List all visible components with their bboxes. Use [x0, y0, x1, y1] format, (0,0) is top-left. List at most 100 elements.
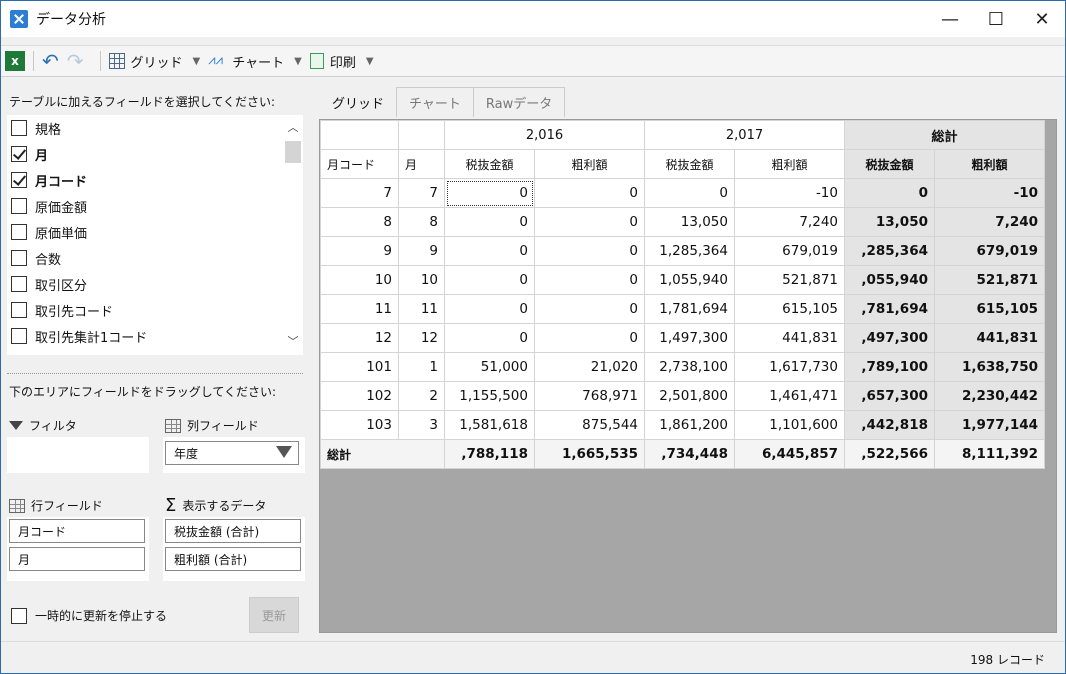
chevron-down-icon[interactable]: ▼	[193, 56, 201, 67]
grand-total-cell[interactable]: ,522,566	[844, 439, 935, 469]
field-item[interactable]: 原価単価	[7, 219, 303, 245]
pause-update-option[interactable]: 一時的に更新を停止する	[11, 607, 167, 624]
table-cell[interactable]: 1,461,471	[734, 381, 845, 411]
field-item[interactable]: 月	[7, 141, 303, 167]
column-header[interactable]: 税抜金額	[844, 149, 935, 179]
row-header-cell[interactable]: 1	[398, 352, 445, 382]
table-cell[interactable]: 13,050	[844, 207, 935, 237]
minimize-button[interactable]: —	[927, 1, 973, 37]
grand-total-cell[interactable]: 6,445,857	[734, 439, 845, 469]
column-drop-area[interactable]: 年度	[163, 437, 305, 473]
field-item[interactable]: 取引区分	[7, 271, 303, 297]
table-cell[interactable]: 0	[534, 323, 645, 353]
chevron-down-icon[interactable]: ﹀	[283, 333, 303, 351]
table-cell[interactable]: 0	[444, 178, 535, 208]
table-cell[interactable]: 1,977,144	[934, 410, 1045, 440]
table-cell[interactable]: 0	[534, 294, 645, 324]
field-item[interactable]: 合数	[7, 245, 303, 271]
print-button[interactable]: 印刷 ▼	[309, 52, 374, 71]
field-checkbox[interactable]	[11, 302, 27, 318]
grand-total-cell[interactable]: ,734,448	[644, 439, 735, 469]
table-cell[interactable]: 441,831	[734, 323, 845, 353]
table-cell[interactable]: 0	[444, 294, 535, 324]
column-header[interactable]: 粗利額	[934, 149, 1045, 179]
year-2017-header[interactable]: 2,017	[644, 120, 845, 150]
row-header-cell[interactable]: 9	[320, 236, 399, 266]
table-cell[interactable]: 615,105	[934, 294, 1045, 324]
table-cell[interactable]: 0	[444, 236, 535, 266]
row-header-cell[interactable]: 11	[398, 294, 445, 324]
row-header-cell[interactable]: 9	[398, 236, 445, 266]
table-cell[interactable]: 768,971	[534, 381, 645, 411]
table-cell[interactable]: 7,240	[734, 207, 845, 237]
grand-total-cell[interactable]: ,788,118	[444, 439, 535, 469]
row-header-cell[interactable]: 102	[320, 381, 399, 411]
filter-icon[interactable]	[276, 446, 292, 458]
table-cell[interactable]: ,657,300	[844, 381, 935, 411]
chevron-down-icon[interactable]: ▼	[366, 56, 374, 67]
row-field-chip[interactable]: 月コード	[9, 519, 145, 543]
excel-export-icon[interactable]: x	[5, 51, 25, 71]
row-header-cell[interactable]: 10	[398, 265, 445, 295]
table-cell[interactable]: 0	[844, 178, 935, 208]
table-cell[interactable]: 21,020	[534, 352, 645, 382]
table-cell[interactable]: 0	[444, 207, 535, 237]
year-2016-header[interactable]: 2,016	[444, 120, 645, 150]
table-cell[interactable]: 1,497,300	[644, 323, 735, 353]
column-header[interactable]: 税抜金額	[644, 149, 735, 179]
field-list-scrollbar[interactable]: ︿ ﹀	[283, 115, 303, 355]
field-checkbox[interactable]	[11, 120, 27, 136]
close-button[interactable]: ✕	[1019, 1, 1065, 37]
field-checkbox[interactable]	[11, 224, 27, 240]
table-cell[interactable]: 51,000	[444, 352, 535, 382]
table-cell[interactable]: 7,240	[934, 207, 1045, 237]
row-header-cell[interactable]: 11	[320, 294, 399, 324]
table-cell[interactable]: 1,055,940	[644, 265, 735, 295]
grand-total-label[interactable]: 総計	[320, 439, 445, 469]
table-cell[interactable]: 0	[644, 178, 735, 208]
row-field-chip[interactable]: 月	[9, 547, 145, 571]
table-cell[interactable]: 0	[444, 323, 535, 353]
table-cell[interactable]: 0	[534, 265, 645, 295]
table-cell[interactable]: ,285,364	[844, 236, 935, 266]
table-cell[interactable]: 1,101,600	[734, 410, 845, 440]
row-header-cell[interactable]: 7	[320, 178, 399, 208]
scroll-thumb[interactable]	[285, 141, 301, 163]
data-field-chip[interactable]: 税抜金額 (合計)	[165, 519, 301, 543]
table-cell[interactable]: 441,831	[934, 323, 1045, 353]
field-item[interactable]: 取引先コード	[7, 297, 303, 323]
table-cell[interactable]: -10	[934, 178, 1045, 208]
column-header[interactable]: 粗利額	[734, 149, 845, 179]
row-header-cell[interactable]: 12	[320, 323, 399, 353]
update-button[interactable]: 更新	[249, 597, 299, 633]
table-cell[interactable]: -10	[734, 178, 845, 208]
row-drop-area[interactable]: 月コード 月	[7, 517, 149, 581]
corner-cell[interactable]	[398, 120, 445, 150]
row-header-cell[interactable]: 12	[398, 323, 445, 353]
table-cell[interactable]: 615,105	[734, 294, 845, 324]
table-cell[interactable]: ,055,940	[844, 265, 935, 295]
tab-raw-data[interactable]: Rawデータ	[472, 87, 566, 117]
table-cell[interactable]: 1,638,750	[934, 352, 1045, 382]
row-header-cell[interactable]: 10	[320, 265, 399, 295]
table-cell[interactable]: 0	[534, 207, 645, 237]
chevron-up-icon[interactable]: ︿	[283, 119, 303, 137]
field-checkbox[interactable]	[11, 250, 27, 266]
column-header[interactable]: 月コード	[320, 149, 399, 179]
table-cell[interactable]: 679,019	[934, 236, 1045, 266]
table-cell[interactable]: ,781,694	[844, 294, 935, 324]
grid-view-button[interactable]: グリッド ▼	[108, 52, 201, 71]
field-item[interactable]: 規格	[7, 115, 303, 141]
maximize-button[interactable]: ☐	[973, 1, 1019, 37]
row-header-cell[interactable]: 3	[398, 410, 445, 440]
table-cell[interactable]: 1,155,500	[444, 381, 535, 411]
grand-total-header[interactable]: 総計	[844, 120, 1045, 150]
grand-total-cell[interactable]: 1,665,535	[534, 439, 645, 469]
column-header[interactable]: 税抜金額	[444, 149, 535, 179]
pause-update-checkbox[interactable]	[11, 607, 27, 624]
chevron-down-icon[interactable]: ▼	[294, 56, 302, 67]
column-header[interactable]: 月	[398, 149, 445, 179]
table-cell[interactable]: 679,019	[734, 236, 845, 266]
field-item[interactable]: 原価金額	[7, 193, 303, 219]
field-item[interactable]: 月コード	[7, 167, 303, 193]
